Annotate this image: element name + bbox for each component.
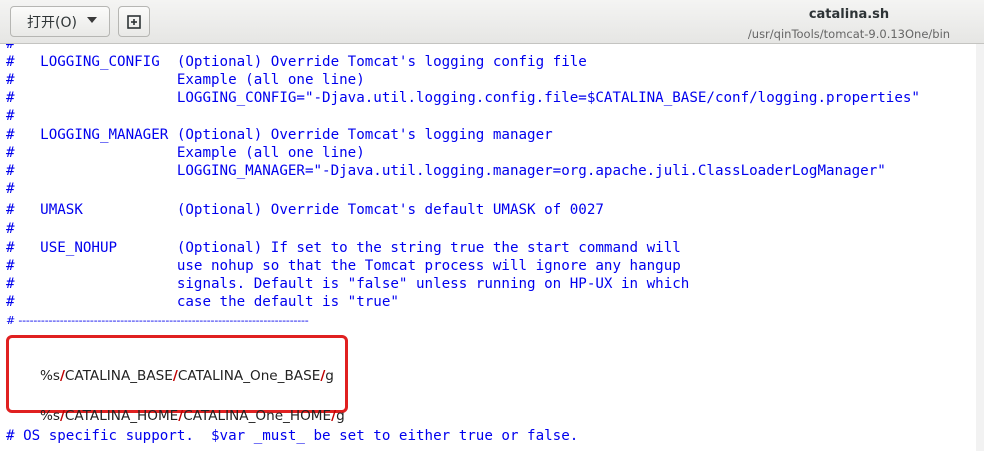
sed-replace: CATALINA_One_HOME [183,408,332,424]
code-line: # case the default is "true" [6,294,399,310]
sed-command-line: %s/CATALINA_BASE/CATALINA_One_BASE/g [14,349,334,384]
code-line: # UMASK (Optional) Override Tomcat's def… [6,202,604,218]
open-button-label: 打开(O) [27,14,77,31]
code-line: # use nohup so that the Tomcat process w… [6,258,681,274]
code-line: # OS specific support. $var _must_ be se… [6,428,579,444]
file-path: /usr/qinTools/tomcat-9.0.13One/bin [747,27,951,41]
code-line: # LOGGING_MANAGER (Optional) Override To… [6,127,553,143]
sed-command-line: %s/CATALINA_HOME/CATALINA_One_HOME/g [14,389,345,424]
code-line: # LOGGING_CONFIG (Optional) Override Tom… [6,54,587,70]
code-line: # Example (all one line) [6,72,365,88]
code-line: # [6,181,15,197]
sed-flag: g [336,408,345,424]
sed-prefix: %s [39,408,60,424]
separator-line: # --------------------------------------… [6,314,309,327]
header-bar: 打开(O) catalina.sh /usr/qinTools/tomcat-9… [0,0,984,44]
new-document-button[interactable] [118,6,150,37]
code-line: # [6,221,15,237]
code-line: # Example (all one line) [6,145,365,161]
text-editor[interactable]: # # LOGGING_CONFIG (Optional) Override T… [0,44,976,451]
new-document-icon [127,14,141,29]
window-title: catalina.sh [808,7,890,22]
window-title-block: catalina.sh /usr/qinTools/tomcat-9.0.13O… [734,6,964,42]
sed-find: CATALINA_HOME [64,408,179,424]
chevron-down-icon [87,17,97,23]
sed-prefix: %s [39,368,60,384]
code-line: # signals. Default is "false" unless run… [6,276,690,292]
gedit-window: 打开(O) catalina.sh /usr/qinTools/tomcat-9… [0,0,984,451]
sed-find: CATALINA_BASE [64,368,173,384]
code-line: # [6,108,15,124]
sed-flag: g [325,368,334,384]
code-line: # USE_NOHUP (Optional) If set to the str… [6,240,681,256]
sed-replace: CATALINA_One_BASE [177,368,321,384]
vertical-scrollbar[interactable] [976,44,984,451]
code-line: # LOGGING_CONFIG="-Djava.util.logging.co… [6,90,920,106]
code-line: # LOGGING_MANAGER="-Djava.util.logging.m… [6,163,886,179]
open-button[interactable]: 打开(O) [10,6,110,37]
code-line: # [6,44,15,52]
